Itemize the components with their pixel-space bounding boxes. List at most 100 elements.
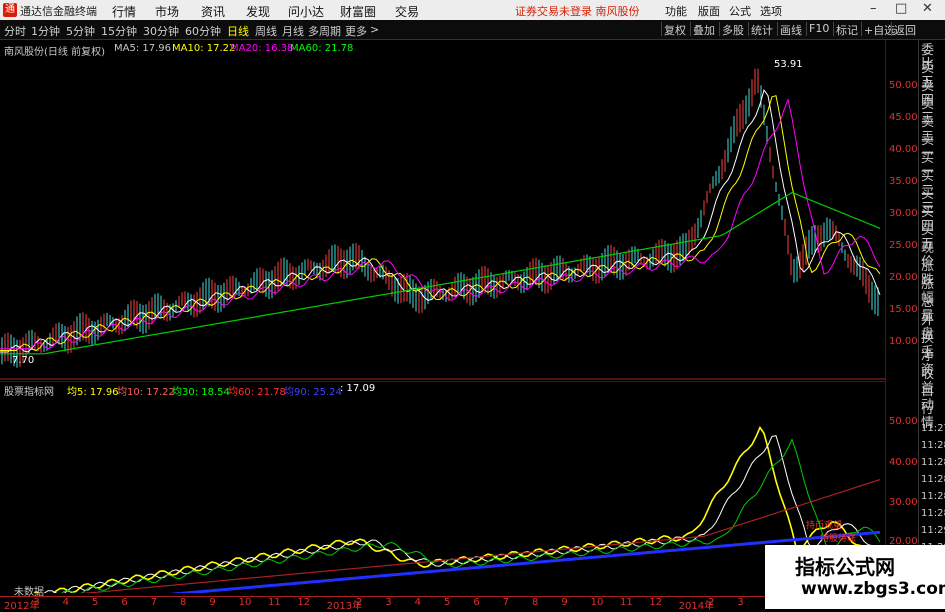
tick-time: 11:28 [921,440,945,451]
watermark: 指标公式网 www.zbgs3.com [765,545,945,609]
menu-item-wenxiaoda[interactable]: 问小达 [288,3,324,20]
y-tick: 40.00 [889,457,918,468]
menu-item-xuanxiang[interactable]: 选项 [760,3,782,19]
indicator-chart-svg [0,381,886,593]
maximize-icon[interactable]: □ [895,1,907,16]
huaxian-button[interactable]: 画线 [777,22,804,37]
high-price-label: 53.91 [774,59,803,70]
time-axis-label: 9 [561,597,568,608]
y-tick: 45.00 [889,112,918,123]
tick-time: 11:28 [921,508,945,519]
period-1min[interactable]: 1分钟 [31,23,60,39]
avg10-legend: 均10: 17.22 [117,387,175,398]
tick-time: 11:28 [921,457,945,468]
menu-item-zixun[interactable]: 资讯 [201,3,225,20]
time-axis-label: 7 [502,597,510,608]
annotation-hold-cash: 持币观望 [806,521,843,531]
period-monthly[interactable]: 月线 [282,23,304,39]
quote-side-panel: 委比 卖五 卖四 卖三 卖二 卖一 买一 买二 买三 买四 买五 现价 涨跌 涨幅 总量 外盘 换手 净资 收益 自动… [918,40,945,609]
ma20-legend: MA20: 16.38 [230,43,294,54]
time-axis-label: 10 [590,597,604,608]
avg5-legend: 均5: 17.96 [67,387,119,398]
y-tick: 25.00 [889,240,918,251]
time-axis-label: 7 [150,597,158,608]
f10-button[interactable]: F10 [806,22,831,36]
fuquan-button[interactable]: 复权 [661,22,688,37]
time-axis-label: 8 [180,597,187,608]
login-notice[interactable]: 证券交易未登录 南风股份 [515,3,640,19]
tick-time: 11:28 [921,474,945,485]
chevron-right-icon[interactable]: > [370,23,379,36]
minimize-icon[interactable]: – [870,1,877,16]
series-line [33,425,881,593]
series-line [0,95,881,352]
time-axis-label: 12 [649,597,663,608]
tongji-button[interactable]: 统计 [748,22,775,37]
watermark-line1: 指标公式网 [795,555,895,579]
duogu-button[interactable]: 多股 [719,22,746,37]
series-line [0,97,881,350]
app-title: 通达信金融终端 [20,5,97,18]
time-axis-label: 3 [385,597,392,608]
menu-item-shichang[interactable]: 市场 [155,3,179,20]
menu-item-gongneng[interactable]: 功能 [665,3,687,19]
time-axis-label: 10 [238,597,252,608]
period-30min[interactable]: 30分钟 [143,23,179,39]
time-axis-label: 6 [473,597,480,608]
menu-item-hangqing[interactable]: 行情 [112,3,136,20]
ma5-legend: MA5: 17.96 [114,43,172,54]
ma10-legend: MA10: 17.22 [172,43,236,54]
tick-time: 11:28 [921,491,945,502]
tick-time: 11:27 [921,423,945,434]
series-line [0,88,881,353]
back-button[interactable]: 返回 [891,22,918,37]
time-axis: 2012年 3 4 5 6 7 8 9 10 11 12 2013年 2 3 4 5 6 7 8 9 10 11 12 201… [0,596,886,612]
y-tick: 15.00 [889,304,918,315]
title-bar: 通 通达信金融终端 行情 市场 资讯 发现 问小达 财富圈 交易 证券交易未登录… [0,0,945,20]
period-weekly[interactable]: 周线 [255,23,277,39]
y-tick: 50.00 [889,80,918,91]
time-axis-label: 8 [532,597,539,608]
menu-item-faxian[interactable]: 发现 [246,3,270,20]
y-tick: 50.00 [889,416,918,427]
period-daily[interactable]: 日线 [227,23,249,39]
menu-item-caifuquan[interactable]: 财富圈 [340,3,376,20]
series-line [81,479,881,593]
time-axis-label: 2 [708,597,715,608]
period-5min[interactable]: 5分钟 [66,23,95,39]
period-fenshi[interactable]: 分时 [4,23,26,39]
avg90-legend: 均90: 25.24 [284,387,342,398]
tick-time: 11:29 [921,525,945,536]
period-15min[interactable]: 15分钟 [101,23,137,39]
menu-item-gongshi[interactable]: 公式 [729,3,751,19]
diejia-button[interactable]: 叠加 [690,22,717,37]
menu-item-jiaoyi[interactable]: 交易 [395,3,419,20]
time-axis-label: 2 [356,597,363,608]
y-tick: 30.00 [889,497,918,508]
period-more[interactable]: 更多 [345,23,367,39]
annotation-hold-stock: 持股待涨 [820,534,857,544]
menu-item-banmian[interactable]: 版面 [698,3,720,19]
time-axis-label: 9 [209,597,216,608]
period-multi[interactable]: 多周期 [308,23,341,39]
indicator-chart[interactable]: 股票指标网 均5: 17.96 均10: 17.22 均30: 18.54 均6… [0,381,918,593]
indicator-label: 股票指标网 [4,387,54,398]
period-60min[interactable]: 60分钟 [185,23,221,39]
y-tick: 40.00 [889,144,918,155]
close-icon[interactable]: ✕ [922,1,933,16]
value-legend: : 17.09 [340,383,376,394]
time-axis-label: 3 [33,597,40,608]
period-toolbar: 分时 1分钟 5分钟 15分钟 30分钟 60分钟 日线 周线 月线 多周期 更… [0,20,945,40]
stock-label: 南风股份(日线 前复权) [4,47,105,58]
biaoji-button[interactable]: 标记 [833,22,860,37]
time-axis-label: 12 [297,597,311,608]
low-price-label: 7.70 [12,355,35,366]
time-axis-label: 4 [414,597,422,608]
series-line [0,191,881,355]
ma60-legend: MA60: 21.78 [290,43,354,54]
y-tick: 30.00 [889,208,918,219]
series-line [167,530,881,593]
app-logo-icon: 通 [3,3,17,17]
main-kline-chart[interactable]: 南风股份(日线 前复权) MA5: 17.96 MA10: 17.22 MA20… [0,40,918,380]
watermark-line2: www.zbgs3.com [801,579,945,599]
